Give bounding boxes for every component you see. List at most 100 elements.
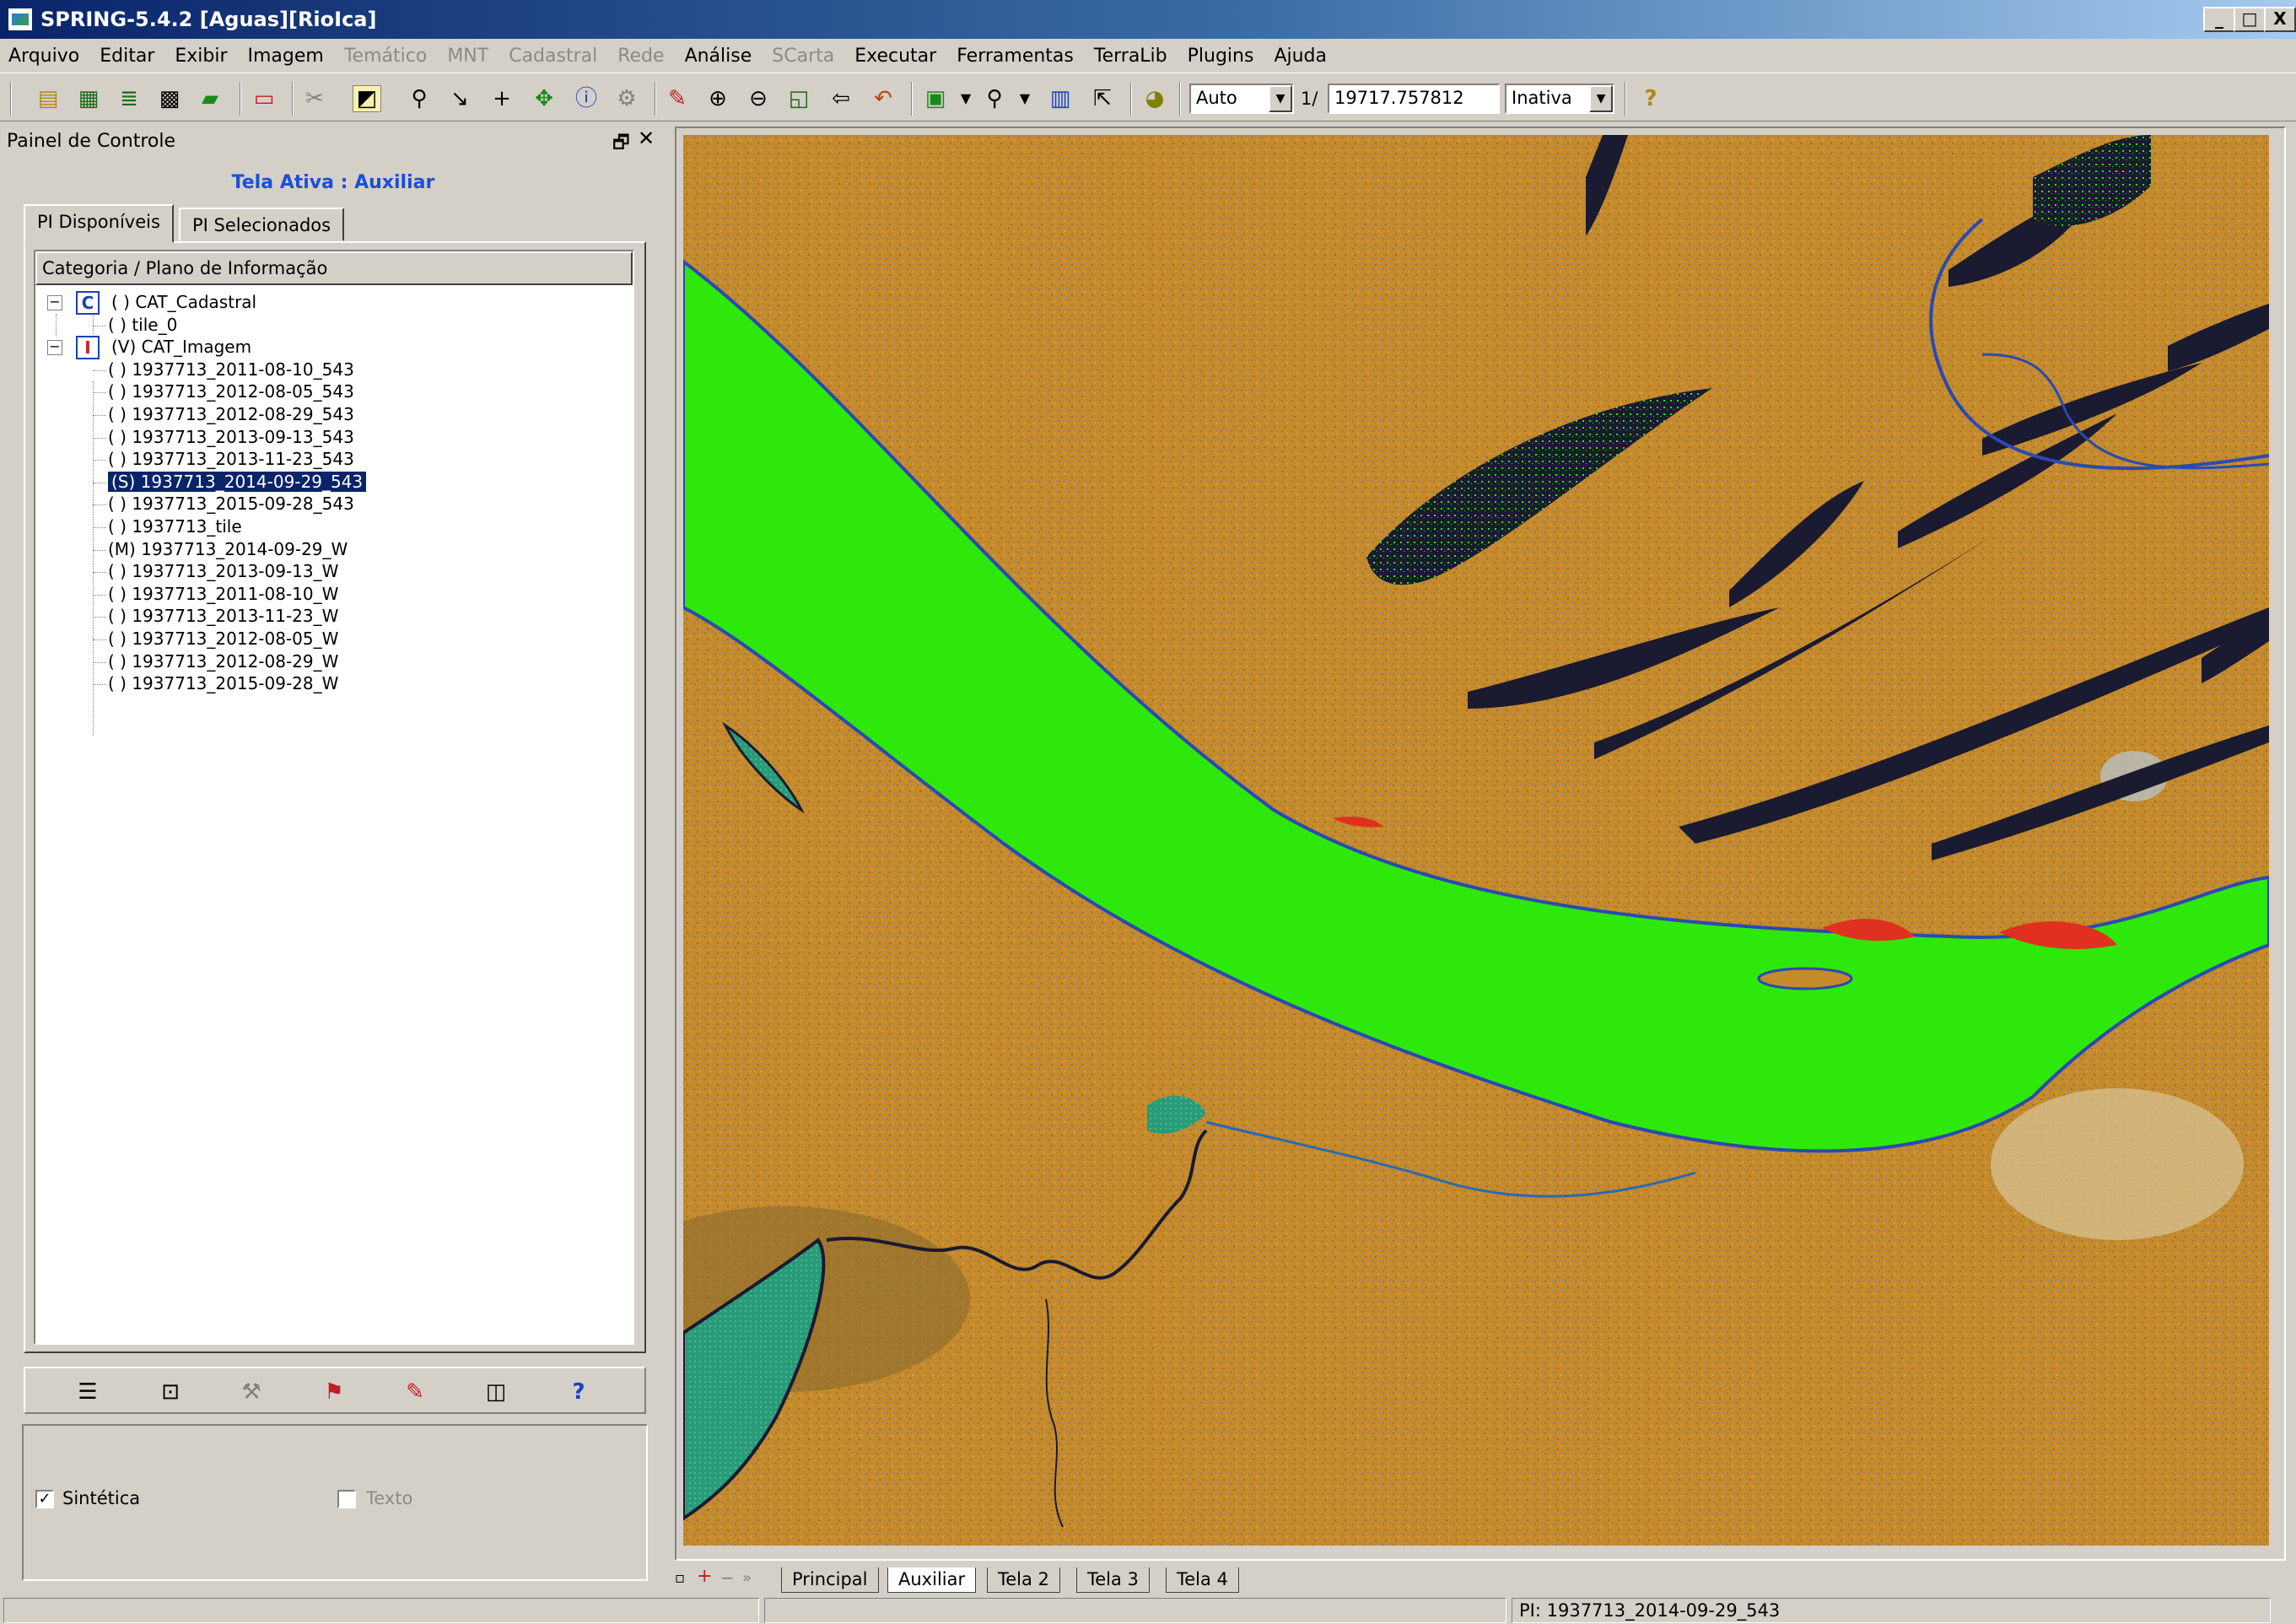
zoom-in-icon[interactable]: ⊕ (703, 85, 732, 112)
texto-checkbox[interactable] (337, 1490, 356, 1508)
info-icon[interactable]: ⓘ (572, 85, 601, 112)
menu-scarta: SCarta (772, 45, 835, 67)
tab-tela-4[interactable]: Tela 4 (1166, 1567, 1239, 1593)
cursor-mode-value: Inativa (1512, 88, 1572, 108)
color-icon[interactable]: ◕ (1140, 85, 1169, 112)
tree-category[interactable]: (V) CAT_Imagem (111, 337, 251, 357)
tab-tela-3[interactable]: Tela 3 (1076, 1567, 1150, 1593)
tree-item[interactable]: ( ) 1937713_2012-08-29_W (108, 651, 338, 672)
tree-item[interactable]: (M) 1937713_2014-09-29_W (108, 539, 348, 559)
tree-connector (93, 662, 106, 663)
menu-ajuda[interactable]: Ajuda (1274, 46, 1327, 67)
tree-item[interactable]: ( ) 1937713_2012-08-05_543 (108, 381, 354, 402)
layers-icon[interactable]: ▦ (74, 85, 103, 112)
tab-nav-next-icon[interactable]: » (742, 1569, 752, 1587)
menu-ferramentas[interactable]: Ferramentas (957, 46, 1074, 67)
display-icon[interactable]: ▣ (921, 85, 950, 112)
tab-nav-first-icon[interactable]: ▫ (675, 1569, 685, 1587)
properties-icon[interactable]: ⊡ (154, 1377, 187, 1407)
tree-expander-icon[interactable]: − (47, 340, 62, 355)
tab-auxiliar[interactable]: Auxiliar (887, 1567, 977, 1593)
edit-icon[interactable]: ✎ (398, 1377, 432, 1407)
menu-plugins[interactable]: Plugins (1188, 46, 1254, 67)
palette-icon[interactable]: ◩ (353, 85, 381, 112)
zoom-level-icon[interactable]: ⚲ (980, 85, 1009, 112)
tree-item[interactable]: ( ) 1937713_2012-08-29_543 (108, 404, 354, 424)
menu-imagem[interactable]: Imagem (248, 46, 324, 67)
scale-mode-select[interactable]: Auto ▼ (1189, 84, 1294, 114)
tree-item[interactable]: ( ) 1937713_2013-11-23_543 (108, 449, 354, 469)
menu-executar[interactable]: Executar (854, 46, 936, 67)
scissors-icon[interactable]: ✂ (300, 85, 329, 112)
help-icon[interactable]: ? (562, 1377, 596, 1407)
frame-icon[interactable]: ▥ (1046, 85, 1075, 112)
tree-item[interactable]: (S) 1937713_2014-09-29_543 (108, 472, 367, 492)
eraser-icon[interactable]: ▰ (196, 85, 224, 112)
close-button[interactable]: X (2264, 7, 2296, 32)
scale-input[interactable]: 19717.757812 (1328, 84, 1500, 114)
list-icon[interactable]: ☰ (71, 1377, 105, 1407)
tree-item[interactable]: ( ) 1937713_2015-09-28_W (108, 673, 338, 693)
chevron-down-icon[interactable]: ▼ (1269, 85, 1292, 112)
tree-category[interactable]: ( ) CAT_Cadastral (111, 292, 256, 312)
cursor-mode-select[interactable]: Inativa ▼ (1505, 84, 1614, 114)
satellite-image (683, 135, 2269, 1546)
tab-pi-disponiveis[interactable]: PI Disponíveis (24, 204, 174, 243)
toolbar-separator (1625, 82, 1626, 116)
zoom-out-icon[interactable]: ⊖ (744, 85, 773, 112)
menu-arquivo[interactable]: Arquivo (8, 46, 79, 67)
tree-item[interactable]: ( ) 1937713_2013-11-23_W (108, 606, 338, 626)
tree-item[interactable]: ( ) tile_0 (108, 315, 177, 335)
tree-connector (93, 639, 106, 640)
undo-icon[interactable]: ↶ (869, 85, 897, 112)
chevron-down-icon[interactable]: ▼ (1589, 85, 1613, 112)
tab-tela-2[interactable]: Tela 2 (987, 1567, 1060, 1593)
minimize-button[interactable]: _ (2203, 7, 2235, 32)
menu-rede: Rede (617, 45, 665, 67)
menu-terralib[interactable]: TerraLib (1094, 46, 1167, 67)
maximize-button[interactable]: □ (2234, 7, 2266, 32)
map-canvas[interactable] (683, 135, 2269, 1546)
tab-pi-selecionados[interactable]: PI Selecionados (179, 208, 345, 241)
tool-icon[interactable]: ⚙ (612, 85, 641, 112)
tree-item[interactable]: ( ) 1937713_2013-09-13_543 (108, 427, 354, 447)
float-icon[interactable]: 🗗 (612, 128, 630, 160)
pencil-icon[interactable]: ✎ (663, 85, 692, 112)
menu-exibir[interactable]: Exibir (175, 46, 227, 67)
dropdown-arrow-icon[interactable]: ▼ (1011, 85, 1039, 112)
cursor-icon[interactable]: ⇱ (1088, 85, 1117, 112)
pan-icon[interactable]: ✥ (530, 85, 558, 112)
search-icon[interactable]: ⚲ (405, 85, 434, 112)
tree-item[interactable]: ( ) 1937713_2013-09-13_W (108, 561, 338, 581)
sintetica-checkbox[interactable]: ✓ (35, 1490, 54, 1508)
tree-expander-icon[interactable]: − (47, 295, 62, 310)
tree-item[interactable]: ( ) 1937713_2011-08-10_W (108, 584, 338, 604)
zoom-area-icon[interactable]: ◱ (784, 85, 813, 112)
window-icon[interactable]: ▭ (250, 85, 278, 112)
back-icon[interactable]: ⇦ (827, 85, 855, 112)
help-icon[interactable]: ? (1636, 85, 1665, 112)
tree-item[interactable]: ( ) 1937713_2015-09-28_543 (108, 494, 354, 514)
tree-item[interactable]: ( ) 1937713_tile (108, 516, 242, 537)
status-left (3, 1598, 759, 1623)
grid-icon[interactable]: ▩ (155, 85, 184, 112)
dropdown-arrow-icon[interactable]: ▼ (951, 85, 980, 112)
tools-icon[interactable]: ⚑ (317, 1377, 351, 1407)
tab-add-icon[interactable]: + (697, 1566, 712, 1587)
close-icon[interactable]: ✕ (638, 127, 655, 150)
tree-item[interactable]: ( ) 1937713_2011-08-10_543 (108, 359, 354, 380)
tree-connector (93, 504, 106, 505)
menu-editar[interactable]: Editar (100, 46, 154, 67)
tree-connector (93, 438, 106, 439)
menu-cadastral: Cadastral (509, 45, 598, 67)
tab-principal[interactable]: Principal (781, 1567, 879, 1593)
tab-remove-icon[interactable]: − (720, 1567, 735, 1588)
visual-icon[interactable]: ⚒ (234, 1377, 268, 1407)
menu-análise[interactable]: Análise (685, 46, 752, 67)
database-icon[interactable]: ▤ (34, 85, 62, 112)
layout-icon[interactable]: ◫ (479, 1377, 513, 1407)
cross-icon[interactable]: + (488, 85, 516, 112)
tree-item[interactable]: ( ) 1937713_2012-08-05_W (108, 629, 338, 649)
jump-icon[interactable]: ↘ (445, 85, 474, 112)
stack-icon[interactable]: ≣ (115, 85, 143, 112)
